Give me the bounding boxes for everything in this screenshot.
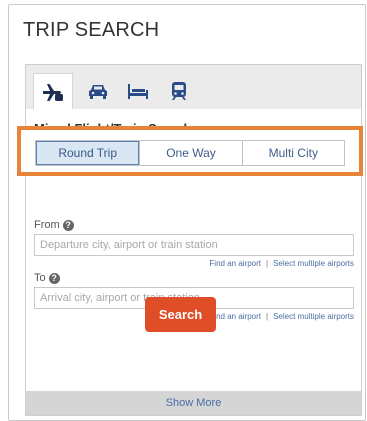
search-panel: Mixed Flight/Train Search From ? Departu… [25,64,362,416]
hotel-bed-icon [127,82,149,100]
help-icon[interactable]: ? [48,272,60,284]
departure-input[interactable]: Departure city, airport or train station [34,234,354,256]
find-airport-link[interactable]: Find an airport [209,312,261,321]
tab-rail[interactable] [159,73,199,109]
multi-city-button[interactable]: Multi City [241,141,344,165]
link-separator: | [266,312,269,321]
page-title: TRIP SEARCH [23,19,160,41]
flight-train-icon [41,82,65,102]
to-label-row: To ? [34,272,60,284]
trip-type-selector: Round Trip One Way Multi City [35,140,345,166]
tab-flight-train[interactable] [33,73,73,110]
tab-hotel[interactable] [118,73,158,109]
tab-car[interactable] [78,73,118,109]
travel-type-tabs [26,65,361,110]
departure-placeholder: Departure city, airport or train station [40,239,218,251]
find-airport-link[interactable]: Find an airport [209,259,261,268]
to-label: To [34,272,46,284]
to-links: Find an airport | Select multiple airports [209,312,354,321]
car-icon [88,82,108,100]
show-more-button[interactable]: Show More [26,391,361,415]
trip-type-highlight: Round Trip One Way Multi City [17,126,363,176]
select-multiple-airports-link[interactable]: Select multiple airports [273,259,354,268]
from-label: From [34,219,60,231]
one-way-button[interactable]: One Way [139,141,241,165]
round-trip-button[interactable]: Round Trip [36,141,140,165]
select-multiple-airports-link[interactable]: Select multiple airports [273,312,354,321]
help-icon[interactable]: ? [62,219,74,231]
link-separator: | [266,259,269,268]
from-label-row: From ? [34,219,74,231]
search-button[interactable]: Search [145,297,216,332]
from-links: Find an airport | Select multiple airports [209,259,354,268]
train-icon [170,81,188,101]
